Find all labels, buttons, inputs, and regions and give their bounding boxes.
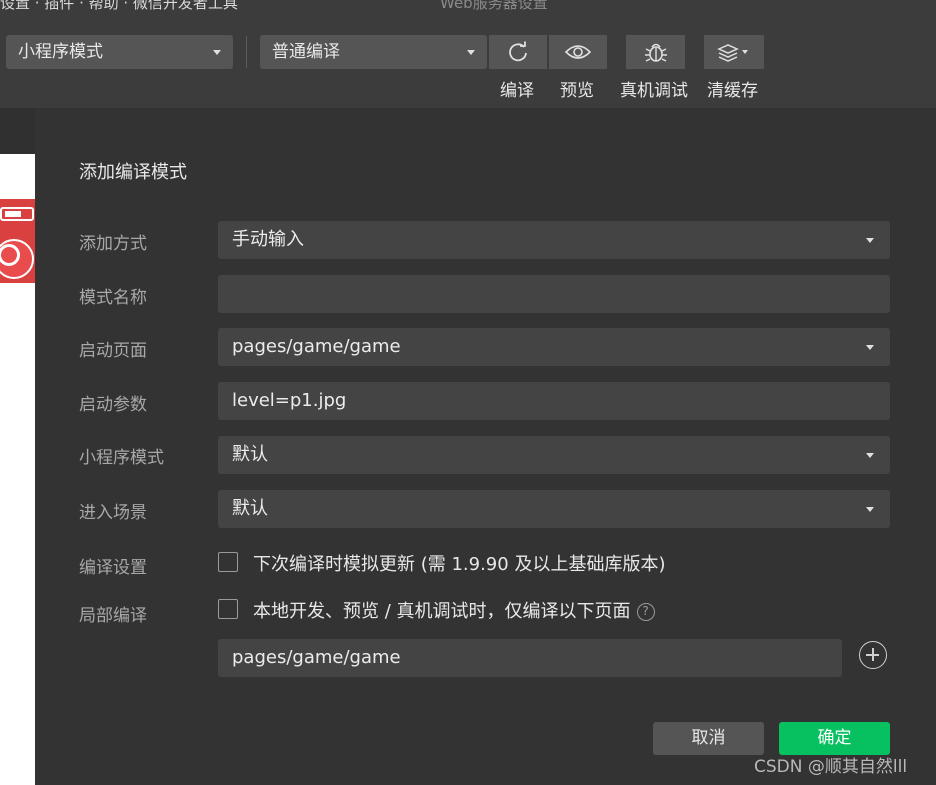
- preview-button[interactable]: [549, 35, 607, 69]
- chevron-down-icon: [213, 50, 221, 55]
- chevron-down-icon: [866, 238, 874, 243]
- mode-select[interactable]: 小程序模式: [6, 35, 233, 69]
- divider: [246, 36, 247, 68]
- miniprogram-mode-label: 小程序模式: [79, 448, 164, 468]
- chevron-down-icon: [866, 345, 874, 350]
- refresh-icon: [509, 41, 527, 62]
- layers-icon: [717, 44, 748, 62]
- preview-label[interactable]: 预览: [560, 76, 594, 101]
- partial-compile-checkbox[interactable]: [218, 599, 238, 619]
- compile-button[interactable]: [489, 35, 547, 69]
- mode-name-input[interactable]: [218, 275, 890, 313]
- start-params-label: 启动参数: [79, 395, 147, 415]
- partial-compile-row: 本地开发、预览 / 真机调试时，仅编译以下页面?: [253, 597, 655, 623]
- start-page-value: pages/game/game: [232, 336, 401, 357]
- compile-settings-label: 编译设置: [79, 558, 147, 578]
- eye-icon: [565, 45, 591, 59]
- compile-mode-select[interactable]: 普通编译: [260, 35, 487, 69]
- start-page-select[interactable]: pages/game/game: [218, 328, 890, 366]
- partial-compile-text: 本地开发、预览 / 真机调试时，仅编译以下页面: [253, 601, 631, 622]
- window-title: 设置 · 插件 · 帮助 · 微信开发者工具: [0, 0, 238, 12]
- scene-value: 默认: [232, 498, 268, 519]
- add-method-select[interactable]: 手动输入: [218, 221, 890, 259]
- clear-cache-label[interactable]: 清缓存: [707, 76, 758, 101]
- chevron-down-icon: [866, 507, 874, 512]
- simulate-update-checkbox[interactable]: [218, 552, 238, 572]
- cancel-button[interactable]: 取消: [653, 722, 764, 755]
- compile-mode-value: 普通编译: [272, 42, 340, 62]
- partial-compile-page-input[interactable]: pages/game/game: [218, 639, 842, 677]
- chevron-down-icon: [866, 453, 874, 458]
- miniprogram-mode-value: 默认: [232, 444, 268, 465]
- capsule-icon: [0, 207, 34, 221]
- start-page-label: 启动页面: [79, 341, 147, 361]
- help-icon[interactable]: ?: [636, 603, 655, 621]
- device-debug-button[interactable]: [626, 35, 685, 69]
- top-toolbar: 设置 · 插件 · 帮助 · 微信开发者工具 Web服务器设置 小程序模式 普通…: [0, 0, 936, 108]
- partial-compile-label: 局部编译: [79, 606, 147, 626]
- compile-label[interactable]: 编译: [500, 76, 534, 101]
- confirm-button[interactable]: 确定: [779, 722, 890, 755]
- add-method-value: 手动输入: [232, 229, 304, 250]
- start-params-input[interactable]: level=p1.jpg: [218, 382, 890, 420]
- add-method-label: 添加方式: [79, 234, 147, 254]
- miniprogram-mode-select[interactable]: 默认: [218, 436, 890, 474]
- mode-select-value: 小程序模式: [18, 42, 103, 62]
- start-params-value: level=p1.jpg: [232, 390, 347, 411]
- device-debug-label[interactable]: 真机调试: [620, 76, 688, 101]
- scene-select[interactable]: 默认: [218, 490, 890, 528]
- clear-cache-button[interactable]: [704, 35, 764, 69]
- chevron-down-icon: [467, 50, 475, 55]
- partial-compile-page-value: pages/game/game: [232, 647, 401, 668]
- bug-icon: [644, 43, 667, 62]
- window-title-secondary: Web服务器设置: [440, 0, 548, 12]
- add-page-icon[interactable]: [859, 641, 887, 669]
- mode-name-label: 模式名称: [79, 288, 147, 308]
- add-compile-mode-dialog: 添加编译模式 添加方式 手动输入 模式名称 启动页面 pages/game/ga…: [35, 108, 936, 785]
- scene-label: 进入场景: [79, 503, 147, 523]
- simulate-update-text: 下次编译时模拟更新 (需 1.9.90 及以上基础库版本): [253, 554, 666, 575]
- dialog-title: 添加编译模式: [79, 162, 187, 183]
- watermark: CSDN @顺其自然lll: [754, 757, 908, 777]
